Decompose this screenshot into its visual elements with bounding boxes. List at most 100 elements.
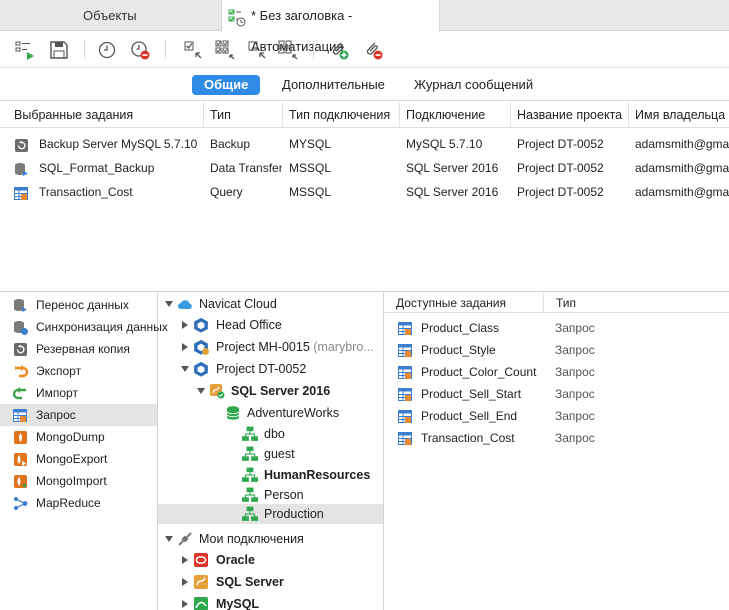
tab-general[interactable]: Общие — [192, 75, 261, 95]
column-header[interactable]: Выбранные задания — [0, 102, 203, 128]
tab-objects[interactable]: Объекты — [0, 0, 221, 31]
tree-label: MySQL — [216, 597, 260, 610]
select-all-icon[interactable] — [182, 39, 204, 61]
connection-tree: Navicat Cloud Head Office Project MH-001… — [158, 293, 384, 610]
list-item[interactable]: Product_Style Запрос — [384, 339, 729, 361]
attach-add-icon[interactable] — [328, 39, 350, 61]
chevron-down-icon[interactable] — [196, 386, 206, 396]
select-icon[interactable] — [246, 39, 268, 61]
tree-node-sql-server[interactable]: SQL Server 2016 — [158, 381, 383, 401]
tree-node-oracle[interactable]: Oracle — [158, 550, 383, 570]
sql-server-icon — [194, 575, 208, 589]
table-row[interactable]: Transaction_Cost Query MSSQL SQL Server … — [0, 180, 729, 204]
tree-node-project-dt[interactable]: Project DT-0052 — [158, 359, 383, 379]
category-mongodump[interactable]: MongoDump — [0, 426, 157, 448]
column-header[interactable]: Имя владельца п — [628, 102, 729, 128]
list-item[interactable]: Product_Sell_End Запрос — [384, 405, 729, 427]
connection-name: MySQL 5.7.10 — [406, 137, 483, 151]
category-export[interactable]: Экспорт — [0, 360, 157, 382]
attach-remove-icon[interactable] — [362, 39, 384, 61]
run-icon[interactable] — [14, 39, 36, 61]
chevron-right-icon[interactable] — [180, 555, 190, 565]
list-item[interactable]: Product_Sell_Start Запрос — [384, 383, 729, 405]
chevron-down-icon[interactable] — [164, 534, 174, 544]
view-tabs: Общие Дополнительные Журнал сообщений — [0, 69, 729, 101]
tab-automation[interactable]: * Без заголовка - Автоматизация — [221, 0, 440, 54]
tab-advanced-label: Дополнительные — [282, 77, 385, 92]
save-icon[interactable] — [48, 39, 70, 61]
category-mapreduce[interactable]: MapReduce — [0, 492, 157, 514]
tree-node-my-connections[interactable]: Мои подключения — [158, 529, 383, 549]
job-type: Запрос — [555, 343, 595, 357]
chevron-right-icon[interactable] — [180, 577, 190, 587]
chevron-right-icon[interactable] — [180, 320, 190, 330]
tab-general-label: Общие — [204, 77, 249, 92]
tree-label: Head Office — [216, 318, 282, 332]
schema-icon — [242, 506, 258, 522]
column-header[interactable]: Доступные задания — [384, 293, 543, 313]
category-mongoexport[interactable]: MongoExport — [0, 448, 157, 470]
tree-node-head-office[interactable]: Head Office — [158, 315, 383, 335]
job-type: Запрос — [555, 409, 595, 423]
tree-node-mysql[interactable]: MySQL — [158, 594, 383, 610]
query-icon — [398, 322, 412, 336]
connection-type: MYSQL — [289, 137, 332, 151]
table-row[interactable]: Backup Server MySQL 5.7.10 Backup MYSQL … — [0, 132, 729, 156]
chevron-right-icon[interactable] — [180, 599, 190, 609]
deselect-icon[interactable] — [214, 39, 236, 61]
owner-name: adamsmith@gma — [635, 185, 729, 199]
tree-node-navicat-cloud[interactable]: Navicat Cloud — [158, 294, 383, 314]
tree-node-schema-guest[interactable]: guest — [158, 444, 383, 464]
category-query[interactable]: Запрос — [0, 404, 157, 426]
project-icon — [194, 361, 208, 377]
list-item[interactable]: Product_Color_Count Запрос — [384, 361, 729, 383]
category-label: Перенос данных — [36, 298, 129, 312]
sql-server-icon — [210, 384, 225, 399]
project-name: Project DT-0052 — [517, 185, 604, 199]
chevron-down-icon[interactable] — [164, 299, 174, 309]
job-type: Запрос — [555, 321, 595, 335]
category-backup[interactable]: Резервная копия — [0, 338, 157, 360]
tree-node-schema-person[interactable]: Person — [158, 485, 383, 505]
chevron-down-icon[interactable] — [180, 364, 190, 374]
category-mongoimport[interactable]: MongoImport — [0, 470, 157, 492]
chevron-right-icon[interactable] — [180, 342, 190, 352]
tree-node-project-mh[interactable]: Project MH-0015 (marybro... — [158, 337, 383, 357]
tree-node-sqlserver-conn[interactable]: SQL Server — [158, 572, 383, 592]
column-header[interactable]: Тип — [203, 102, 282, 128]
tree-node-schema-humanresources[interactable]: HumanResources — [158, 465, 383, 485]
owner-name: adamsmith@gma — [635, 137, 729, 151]
tree-label: Production — [264, 507, 324, 521]
select-none-icon[interactable] — [277, 39, 299, 61]
category-data-transfer[interactable]: Перенос данных — [0, 294, 157, 316]
tree-node-schema-dbo[interactable]: dbo — [158, 424, 383, 444]
query-icon — [398, 410, 412, 424]
list-item[interactable]: Product_Class Запрос — [384, 317, 729, 339]
list-item[interactable]: Transaction_Cost Запрос — [384, 427, 729, 449]
query-icon — [398, 366, 412, 380]
column-header[interactable]: Тип — [543, 293, 729, 313]
project-name: Project DT-0052 — [517, 161, 604, 175]
tab-message-log-label: Журнал сообщений — [414, 77, 534, 92]
project-icon — [194, 317, 208, 333]
column-header[interactable]: Тип подключения — [282, 102, 399, 128]
oracle-icon — [194, 553, 208, 567]
category-data-sync[interactable]: Синхронизация данных — [0, 316, 168, 338]
delete-schedule-icon[interactable] — [129, 39, 151, 61]
query-icon — [398, 432, 412, 446]
tree-label: dbo — [264, 427, 285, 441]
tab-advanced[interactable]: Дополнительные — [282, 75, 385, 95]
tree-label: SQL Server — [216, 575, 284, 589]
column-header[interactable]: Название проекта — [510, 102, 628, 128]
connection-type: MSSQL — [289, 185, 332, 199]
column-header[interactable]: Подключение — [399, 102, 510, 128]
tab-message-log[interactable]: Журнал сообщений — [414, 75, 533, 95]
category-import[interactable]: Импорт — [0, 382, 157, 404]
connection-name: SQL Server 2016 — [406, 185, 499, 199]
schedule-icon[interactable] — [96, 39, 118, 61]
tree-node-database[interactable]: AdventureWorks — [158, 403, 383, 423]
table-row[interactable]: SQL_Format_Backup Data Transfer MSSQL SQ… — [0, 156, 729, 180]
tree-node-schema-production[interactable]: Production — [158, 504, 383, 524]
category-label: Импорт — [36, 386, 78, 400]
data-transfer-icon — [14, 161, 29, 180]
